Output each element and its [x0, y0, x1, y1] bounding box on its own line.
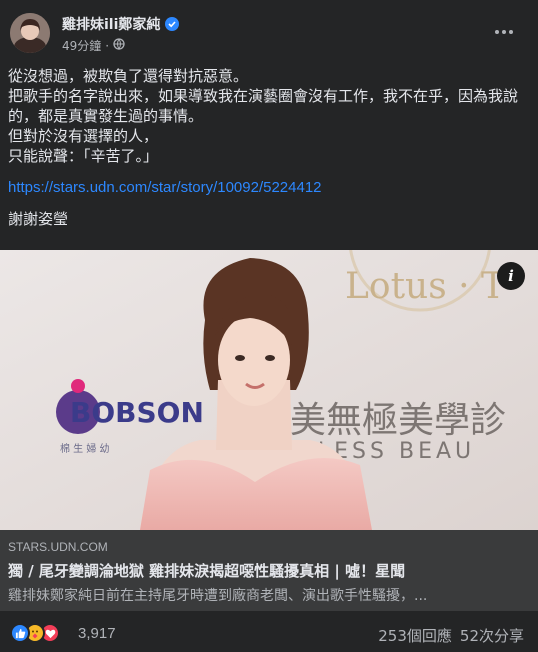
post-line: 把歌手的名字說出來，如果導致我在演藝圈會沒有工作，我不在乎，因為我說的，都是真實…: [8, 87, 519, 125]
preview-domain: STARS.UDN.COM: [8, 540, 108, 554]
photo-sponsor-logo: BOBSON: [70, 396, 204, 429]
photo-sign-text: 美無極美學診: [290, 400, 506, 441]
reactions-bar: 3,917 253個回應 52次分享: [0, 611, 538, 652]
article-link[interactable]: https://stars.udn.com/star/story/10092/5…: [8, 179, 322, 196]
post-body: 從沒想過，被欺負了還得對抗惡意。 把歌手的名字說出來，如果導致我在演藝圈會沒有工…: [8, 66, 528, 166]
post-meta: 49分鐘 ·: [62, 37, 125, 54]
verified-badge-icon: [165, 17, 180, 31]
more-options-button[interactable]: [486, 14, 522, 50]
reaction-count[interactable]: 3,917: [78, 625, 116, 642]
shared-photo[interactable]: Lotus · T 美無極美學診 ELESS BEAU BOBSON 棉 生 婦…: [0, 250, 538, 530]
photo-sign-text: Lotus · T: [345, 266, 505, 307]
author-name-row[interactable]: 雞排妹ili鄭家純: [62, 14, 180, 34]
author-avatar[interactable]: [10, 13, 50, 53]
post-time[interactable]: 49分鐘: [62, 37, 101, 54]
author-name[interactable]: 雞排妹ili鄭家純: [62, 14, 160, 34]
preview-headline[interactable]: 獨 / 尾牙變調淪地獄 雞排妹淚揭超噁性騷擾真相 | 噓！星聞: [8, 560, 405, 581]
engagement-stats: 253個回應 52次分享: [378, 625, 524, 646]
post-header: 雞排妹ili鄭家純 49分鐘 ·: [0, 0, 538, 60]
reaction-icons[interactable]: [10, 623, 74, 643]
post-line: 只能說聲：「辛苦了。」: [8, 147, 159, 165]
link-preview[interactable]: STARS.UDN.COM 獨 / 尾牙變調淪地獄 雞排妹淚揭超噁性騷擾真相 |…: [0, 530, 538, 611]
comment-count[interactable]: 253個回應: [378, 625, 452, 646]
share-count[interactable]: 52次分享: [460, 625, 524, 646]
preview-description: 雞排妹鄭家純日前在主持尾牙時遭到廠商老闆、演出歌手性騷擾，...: [8, 588, 428, 604]
photo-sponsor-sub: 棉 生 婦 幼: [60, 442, 110, 455]
globe-icon: [113, 38, 125, 53]
post-signoff: 謝謝姿瑩: [8, 210, 69, 228]
info-icon[interactable]: i: [497, 262, 525, 290]
post-line: 但對於沒有選擇的人，: [8, 127, 159, 145]
more-dot-icon: [495, 30, 499, 34]
like-icon: [10, 623, 30, 643]
post-line: 從沒想過，被欺負了還得對抗惡意。: [8, 67, 249, 85]
meta-separator: ·: [105, 38, 110, 53]
